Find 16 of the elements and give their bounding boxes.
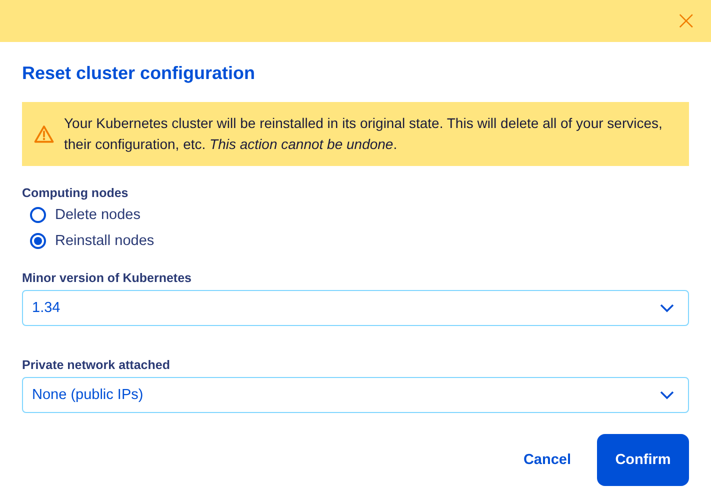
select-field[interactable]: None (public IPs) [22,377,689,413]
radio-button[interactable] [30,207,46,223]
chevron-down-icon [660,304,674,312]
warning-icon [34,125,54,143]
warning-text: Your Kubernetes cluster will be reinstalled in its original state. This will delete all of your services, their configuration, etc. This action cannot be undone. [64,114,664,154]
field-label: Computing nodes [22,186,130,200]
dialog-title: Reset cluster configuration [22,62,256,84]
field-label: Private network attached [22,358,171,372]
select-field[interactable]: 1.34 [22,290,689,326]
radio-button[interactable] [30,233,46,249]
cancel-button[interactable]: Cancel [523,448,571,472]
radio-option[interactable]: Reinstall nodes [30,231,689,251]
field-label: Minor version of Kubernetes [22,271,192,285]
confirm-button[interactable]: Confirm [597,434,689,486]
radio-option[interactable]: Delete nodes [30,205,689,225]
chevron-down-icon [660,390,674,400]
